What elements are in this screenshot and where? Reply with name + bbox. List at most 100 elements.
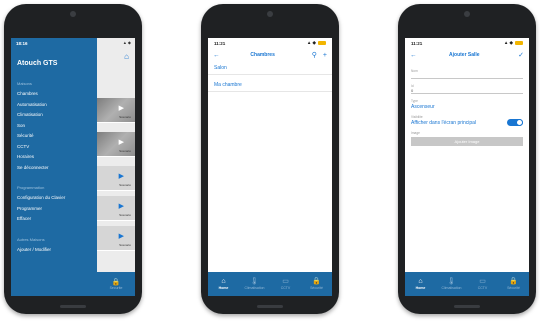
showcase-stage: ▲ ◆ ⌂ ▶ Scenario ▶ Scenario ▶ Scenario ▶… xyxy=(0,0,540,321)
drawer-item-securite[interactable]: Sécurité xyxy=(11,131,97,142)
id-field[interactable]: 0 xyxy=(411,88,523,94)
lock-icon: 🔒 xyxy=(111,279,121,286)
tab-label: CCTV xyxy=(477,286,488,290)
status-bar: 18:16 xyxy=(11,38,97,48)
bottom-tab-bar: ⌂ Home 🌡 Climatisation ▭ CCTV 🔒 Sécurité xyxy=(208,272,332,296)
scenario-label: Scenario xyxy=(119,213,131,217)
status-time: 18:16 xyxy=(16,40,28,46)
scenario-label: Scenario xyxy=(119,243,131,247)
scenario-label: Scenario xyxy=(119,149,131,153)
page-title: Chambres xyxy=(250,52,275,58)
tab-cctv[interactable]: ▭ CCTV xyxy=(270,272,301,296)
app-bar: ← Ajouter Salle ✓ xyxy=(405,48,529,62)
scenario-card[interactable]: ▶ Scenario xyxy=(97,226,135,251)
drawer-title: Atouch GTS xyxy=(17,60,58,67)
drawer-item-automatisation[interactable]: Automatisation xyxy=(11,100,97,111)
bottom-tab-bar: ⌂ Home 🌡 Climatisation ▭ CCTV 🔒 Sécurité xyxy=(405,272,529,296)
add-image-button[interactable]: Ajouter Image xyxy=(411,137,523,146)
list-item-room[interactable]: Ma chambre xyxy=(208,79,332,92)
tab-cctv[interactable]: ▭ CCTV xyxy=(467,272,498,296)
play-icon: ▶ xyxy=(118,233,124,240)
status-bar: 11:21 ▲ ◆ b xyxy=(405,38,529,48)
tab-security-partial[interactable]: 🔒 Securite xyxy=(97,272,135,296)
tab-securite[interactable]: 🔒 Sécurité xyxy=(301,272,332,296)
status-time: 11:21 xyxy=(214,40,226,46)
tab-home[interactable]: ⌂ Home xyxy=(405,272,436,296)
camera-dot xyxy=(70,11,76,17)
speaker-bar xyxy=(257,305,283,308)
thermometer-icon: 🌡 xyxy=(447,278,456,285)
drawer-section-title: Autres Maisons xyxy=(17,236,45,242)
battery-icon: b xyxy=(318,41,326,45)
tab-securite[interactable]: 🔒 Sécurité xyxy=(498,272,529,296)
phone-drawer: ▲ ◆ ⌂ ▶ Scenario ▶ Scenario ▶ Scenario ▶… xyxy=(4,4,142,314)
tab-label: CCTV xyxy=(280,286,291,290)
scenario-card[interactable]: ▶ Scenario xyxy=(97,166,135,191)
tab-label: Climatisation xyxy=(244,286,265,290)
navigation-drawer: 18:16 Atouch GTS Maisons Chambres Automa… xyxy=(11,38,97,296)
plus-icon[interactable]: + xyxy=(323,52,327,59)
home-icon: ⌂ xyxy=(221,278,226,285)
toggle-knob xyxy=(516,119,523,126)
status-icons: ▲ ◆ b xyxy=(307,40,326,46)
drawer-item-climatisation[interactable]: Climatisation xyxy=(11,110,97,121)
drawer-item-son[interactable]: Son xyxy=(11,121,97,132)
drawer-item-logout[interactable]: Se déconnecter xyxy=(11,163,97,174)
tab-label: Climatisation xyxy=(441,286,462,290)
type-label: Type xyxy=(411,99,418,103)
drawer-item-effacer[interactable]: Effacer xyxy=(11,214,97,225)
search-icon[interactable]: ⚲ xyxy=(312,51,317,59)
drawer-item-programmer[interactable]: Programmer xyxy=(11,204,97,215)
page-title: Ajouter Salle xyxy=(449,52,480,58)
play-icon: ▶ xyxy=(118,139,124,146)
battery-icon: b xyxy=(515,41,523,45)
drawer-item-keypad-config[interactable]: Configuration du Clavier xyxy=(11,193,97,204)
status-time: 11:21 xyxy=(411,40,423,46)
drawer-section-title: Maisons xyxy=(17,81,32,86)
scenario-card[interactable]: ▶ Scenario xyxy=(97,98,135,123)
tab-climatisation[interactable]: 🌡 Climatisation xyxy=(239,272,270,296)
tab-climatisation[interactable]: 🌡 Climatisation xyxy=(436,272,467,296)
scenario-card[interactable]: ▶ Scenario xyxy=(97,132,135,157)
visibility-toggle[interactable] xyxy=(507,119,523,126)
type-select[interactable]: Ascenseur xyxy=(411,104,523,110)
camera-dot xyxy=(267,11,273,17)
tab-label: Securite xyxy=(109,286,123,290)
lock-icon: 🔒 xyxy=(509,278,518,285)
scenario-label: Scenario xyxy=(119,183,131,187)
phone-add-room: 11:21 ▲ ◆ b ← Ajouter Salle ✓ Nom Id 0 T… xyxy=(398,4,536,314)
drawer-item-horaires[interactable]: Horaires xyxy=(11,152,97,163)
drawer-item-chambres[interactable]: Chambres xyxy=(11,89,97,100)
screen-drawer: ▲ ◆ ⌂ ▶ Scenario ▶ Scenario ▶ Scenario ▶… xyxy=(11,38,135,296)
home-icon[interactable]: ⌂ xyxy=(124,52,129,61)
play-icon: ▶ xyxy=(118,203,124,210)
play-icon: ▶ xyxy=(118,173,124,180)
tab-label: Sécurité xyxy=(310,286,323,290)
check-icon[interactable]: ✓ xyxy=(518,51,524,59)
tab-label: Sécurité xyxy=(507,286,520,290)
scenario-card[interactable]: ▶ Scenario xyxy=(97,196,135,221)
phone-rooms: 11:21 ▲ ◆ b ← Chambres ⚲ + Salon Ma cham… xyxy=(201,4,339,314)
speaker-bar xyxy=(60,305,86,308)
tab-label: Home xyxy=(218,286,229,290)
scenario-label: Scenario xyxy=(119,115,131,119)
lock-icon: 🔒 xyxy=(312,278,321,285)
status-icons: ▲ ◆ b xyxy=(504,40,523,46)
tab-home[interactable]: ⌂ Home xyxy=(208,272,239,296)
visibility-text: Afficher dans l'écran principal xyxy=(411,120,477,126)
list-item-room[interactable]: Salon xyxy=(208,62,332,75)
background-content: ▲ ◆ ⌂ ▶ Scenario ▶ Scenario ▶ Scenario ▶… xyxy=(97,38,135,296)
thermometer-icon: 🌡 xyxy=(250,278,259,285)
app-bar: ← Chambres ⚲ + xyxy=(208,48,332,62)
tab-label: Home xyxy=(415,286,426,290)
visibility-row: Afficher dans l'écran principal xyxy=(411,119,523,126)
camera-icon: ▭ xyxy=(282,278,289,285)
drawer-section-title: Programmation xyxy=(17,185,45,190)
drawer-item-cctv[interactable]: CCTV xyxy=(11,142,97,153)
screen-add-room: 11:21 ▲ ◆ b ← Ajouter Salle ✓ Nom Id 0 T… xyxy=(405,38,529,296)
name-field[interactable] xyxy=(411,73,523,79)
image-label: Image xyxy=(411,131,420,135)
drawer-item-add-modify[interactable]: Ajouter / Modifier xyxy=(11,245,97,256)
play-icon: ▶ xyxy=(118,105,124,112)
camera-icon: ▭ xyxy=(479,278,486,285)
